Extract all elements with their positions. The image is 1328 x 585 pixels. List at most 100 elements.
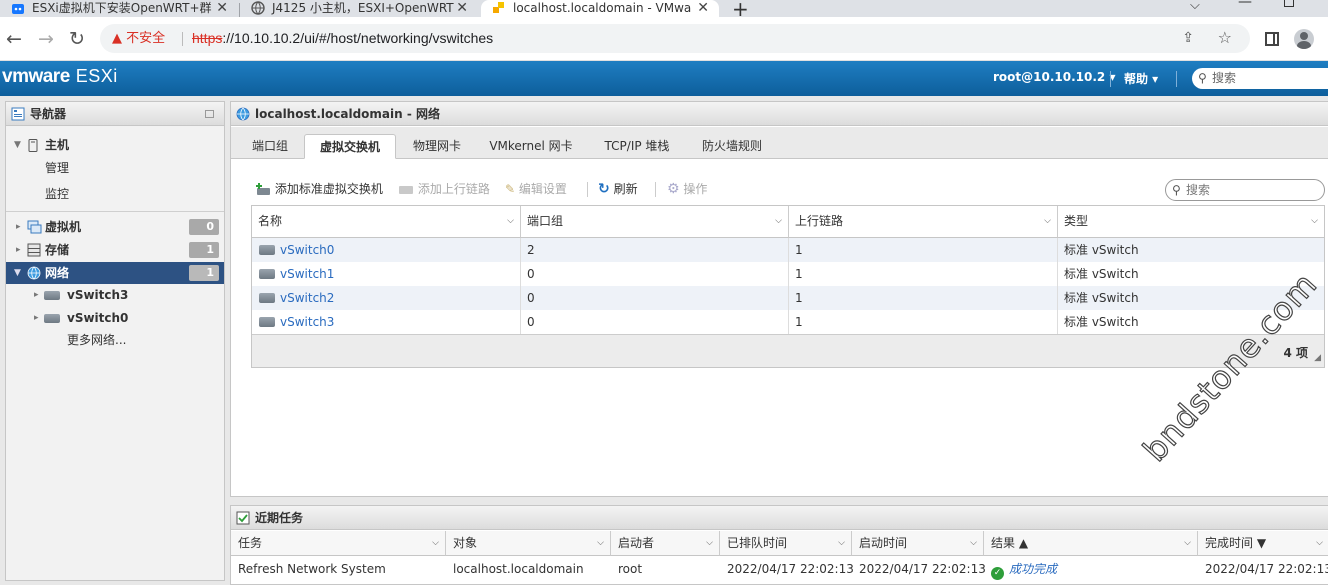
chevron-down-icon[interactable]: ⌵	[970, 531, 977, 556]
back-arrow-icon[interactable]: ←	[0, 25, 28, 53]
add-standard-vswitch-button[interactable]: 添加标准虚拟交换机	[255, 180, 383, 198]
task-name-cell: Refresh Network System	[238, 562, 386, 576]
collapsed-triangle-icon[interactable]: ▸	[34, 284, 39, 306]
refresh-button[interactable]: ↻ 刷新	[598, 180, 638, 198]
vswitch-name-link[interactable]: vSwitch3	[252, 310, 521, 334]
nav-item-vswitch0[interactable]: ▸ vSwitch0	[6, 307, 224, 329]
maximize-icon[interactable]	[1284, 0, 1294, 7]
chevron-down-icon[interactable]: ⌵	[1311, 206, 1318, 237]
vswitch-icon	[259, 293, 275, 303]
tasks-icon	[236, 511, 250, 525]
tab-tcpip-stacks[interactable]: TCP/IP 堆栈	[595, 134, 679, 159]
chevron-down-icon[interactable]: ⌵	[838, 531, 845, 556]
column-header-type[interactable]: 类型 ⌵	[1058, 206, 1324, 238]
user-menu[interactable]: root@10.10.10.2 ▾	[993, 70, 1115, 84]
vswitch-name-link[interactable]: vSwitch1	[252, 262, 521, 286]
column-header-port-groups[interactable]: 端口组 ⌵	[521, 206, 789, 238]
completed-time-column-header[interactable]: 完成时间 ▼ ⌵	[1198, 531, 1328, 556]
chevron-down-icon[interactable]: ⌵	[1184, 531, 1191, 556]
tab-virtual-switches[interactable]: 虚拟交换机	[304, 134, 396, 159]
collapse-panel-icon[interactable]	[205, 110, 214, 118]
nav-item-more-networks[interactable]: 更多网络...	[6, 329, 224, 351]
queued-time-column-header[interactable]: 已排队时间 ⌵	[720, 531, 852, 556]
share-icon[interactable]: ⇪	[1182, 30, 1194, 46]
actions-button[interactable]: ⚙ 操作	[667, 180, 707, 198]
expanded-triangle-icon[interactable]: ▼	[14, 262, 21, 284]
start-time-column-header[interactable]: 启动时间 ⌵	[852, 531, 984, 556]
close-icon[interactable]: ✕	[216, 0, 228, 17]
chevron-down-icon[interactable]: ⌵	[507, 206, 514, 237]
chevron-down-icon[interactable]: ⌵	[432, 531, 439, 556]
recent-tasks-panel: 近期任务 任务 ⌵ 对象 ⌵ 启动者 ⌵ 已排队时间 ⌵ 启动时间 ⌵ 结果 ▲ ⌵ 完成时…	[230, 505, 1328, 585]
initiator-column-header[interactable]: 启动者 ⌵	[611, 531, 720, 556]
add-uplink-icon	[399, 186, 413, 194]
table-row[interactable]: vSwitch2 0 1 标准 vSwitch	[252, 286, 1324, 310]
port-groups-cell: 2	[521, 238, 789, 262]
add-uplink-button[interactable]: 添加上行链路	[398, 180, 490, 198]
collapsed-triangle-icon[interactable]: ▸	[34, 307, 39, 329]
nav-item-host[interactable]: ▼ 主机	[6, 134, 224, 156]
nav-divider	[6, 211, 224, 212]
tab-search-chevron-icon[interactable]: ⌵	[1190, 0, 1200, 13]
nav-item-vswitch3[interactable]: ▸ vSwitch3	[6, 284, 224, 306]
expanded-triangle-icon[interactable]: ▼	[14, 134, 21, 156]
vswitch-name-link[interactable]: vSwitch2	[252, 286, 521, 310]
close-icon[interactable]: ✕	[456, 0, 468, 17]
nav-item-vms[interactable]: ▸ 虚拟机 0	[6, 216, 224, 238]
network-globe-icon	[27, 266, 41, 280]
task-column-header[interactable]: 任务 ⌵	[231, 531, 446, 556]
grid-search-input[interactable]: ⚲ 搜索	[1165, 179, 1325, 201]
network-count-badge: 1	[189, 265, 219, 281]
table-row[interactable]: vSwitch1 0 1 标准 vSwitch	[252, 262, 1324, 286]
forward-arrow-icon[interactable]: →	[32, 25, 60, 53]
check-circle-icon: ✓	[991, 567, 1004, 580]
nav-item-manage[interactable]: 管理	[6, 157, 224, 179]
search-icon: ⚲	[1198, 71, 1207, 85]
header-divider	[1176, 71, 1177, 87]
chevron-down-icon[interactable]: ⌵	[597, 531, 604, 556]
collapsed-triangle-icon[interactable]: ▸	[16, 216, 21, 238]
result-column-header[interactable]: 结果 ▲ ⌵	[984, 531, 1198, 556]
minimize-icon[interactable]: —	[1238, 0, 1252, 10]
tab-port-groups[interactable]: 端口组	[239, 134, 301, 159]
task-object-link[interactable]: localhost.localdomain	[446, 557, 584, 581]
vswitch-icon	[44, 291, 60, 300]
profile-avatar-icon[interactable]	[1290, 25, 1318, 53]
sidebar-panel-icon[interactable]	[1258, 25, 1286, 53]
nav-item-storage[interactable]: ▸ 存储 1	[6, 239, 224, 261]
port-groups-cell: 0	[521, 286, 789, 310]
vswitch-name-link[interactable]: vSwitch0	[252, 238, 521, 262]
collapsed-triangle-icon[interactable]: ▸	[16, 239, 21, 261]
vswitch-table: 名称 ⌵ 端口组 ⌵ 上行链路 ⌵ 类型 ⌵ vSwitch0 2 1 标准 vSwit…	[251, 205, 1325, 368]
chevron-down-icon[interactable]: ⌵	[775, 206, 782, 237]
table-row[interactable]: vSwitch3 0 1 标准 vSwitch	[252, 310, 1324, 334]
uplinks-cell: 1	[789, 262, 1058, 286]
nav-item-monitor[interactable]: 监控	[6, 183, 224, 205]
url-text[interactable]: https://10.10.10.2/ui/#/host/networking/…	[192, 24, 493, 53]
object-column-header[interactable]: 对象 ⌵	[446, 531, 611, 556]
nav-item-network[interactable]: ▼ 网络 1	[6, 262, 224, 284]
column-header-name[interactable]: 名称 ⌵	[252, 206, 521, 238]
chevron-down-icon[interactable]: ⌵	[1044, 206, 1051, 237]
tab-vmkernel-nics[interactable]: VMkernel 网卡	[483, 134, 579, 159]
add-vswitch-icon	[256, 183, 270, 195]
tab-firewall-rules[interactable]: 防火墙规则	[693, 134, 771, 159]
edit-settings-button[interactable]: ✎ 编辑设置	[505, 180, 567, 198]
table-row[interactable]: vSwitch0 2 1 标准 vSwitch	[252, 238, 1324, 262]
help-menu[interactable]: 帮助 ▾	[1124, 70, 1158, 87]
vmware-favicon-icon	[493, 2, 504, 13]
reload-icon[interactable]: ↻	[63, 25, 91, 53]
not-secure-indicator[interactable]: ▲ 不安全	[112, 24, 165, 53]
storage-count-badge: 1	[189, 242, 219, 258]
gear-icon: ⚙	[667, 181, 680, 197]
tab-physical-nics[interactable]: 物理网卡	[400, 134, 474, 159]
column-header-uplinks[interactable]: 上行链路 ⌵	[789, 206, 1058, 238]
resize-grip-icon[interactable]: ◢	[1314, 353, 1321, 363]
chevron-down-icon[interactable]: ⌵	[706, 531, 713, 556]
chevron-down-icon[interactable]: ⌵	[1316, 531, 1323, 556]
address-bar[interactable]: ▲ 不安全 https://10.10.10.2/ui/#/host/netwo…	[100, 24, 1250, 53]
close-icon[interactable]: ✕	[697, 0, 709, 17]
header-search-input[interactable]: ⚲ 搜索	[1192, 68, 1328, 89]
bookmark-star-icon[interactable]: ☆	[1218, 28, 1232, 47]
esxi-header: vmware ESXi root@10.10.10.2 ▾ 帮助 ▾ ⚲ 搜索	[0, 61, 1328, 96]
